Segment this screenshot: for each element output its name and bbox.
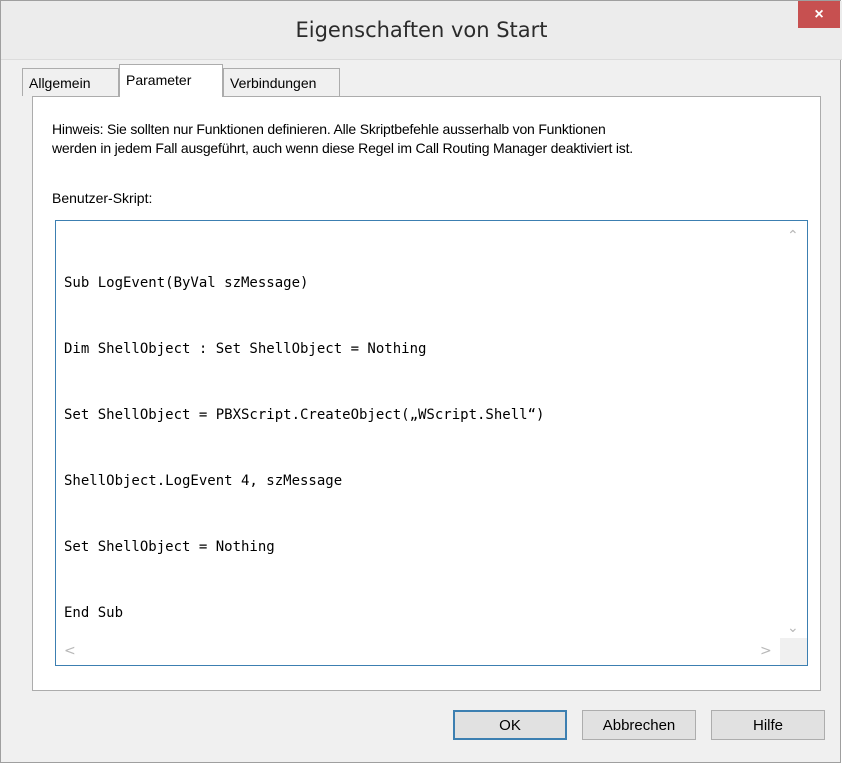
chevron-left-icon[interactable]: < (64, 644, 76, 658)
hint-line: werden in jedem Fall ausgeführt, auch we… (52, 140, 633, 156)
help-button[interactable]: Hilfe (711, 710, 825, 740)
script-editor[interactable]: Sub LogEvent(ByVal szMessage) Dim ShellO… (55, 220, 808, 666)
script-code[interactable]: Sub LogEvent(ByVal szMessage) Dim ShellO… (64, 228, 545, 665)
tab-allgemein[interactable]: Allgemein (22, 68, 119, 96)
title-bar[interactable]: Eigenschaften von Start × (1, 1, 842, 60)
chevron-down-icon[interactable]: ⌄ (787, 621, 799, 635)
code-line: Set ShellObject = Nothing (64, 539, 275, 555)
tab-parameter[interactable]: Parameter (119, 64, 223, 97)
tab-label: Verbindungen (230, 75, 317, 91)
tab-label: Parameter (126, 72, 192, 88)
code-line: End Sub (64, 605, 124, 621)
tab-label: Allgemein (29, 75, 91, 91)
hint-line: Hinweis: Sie sollten nur Funktionen defi… (52, 121, 606, 137)
scrollbar-corner (780, 638, 807, 665)
vertical-scrollbar[interactable]: ⌃ ⌄ (780, 221, 807, 639)
ok-button[interactable]: OK (453, 710, 567, 740)
window-title: Eigenschaften von Start (295, 18, 548, 42)
script-label: Benutzer-Skript: (52, 190, 153, 206)
code-line: Sub LogEvent(ByVal szMessage) (64, 275, 309, 291)
code-line: ShellObject.LogEvent 4, szMessage (64, 473, 343, 489)
horizontal-scrollbar[interactable]: < > (56, 638, 781, 665)
hint-text: Hinweis: Sie sollten nur Funktionen defi… (52, 120, 802, 158)
close-icon: × (814, 5, 824, 23)
code-line: Set ShellObject = PBXScript.CreateObject… (64, 407, 545, 423)
code-line: Dim ShellObject : Set ShellObject = Noth… (64, 341, 427, 357)
chevron-right-icon[interactable]: > (760, 644, 772, 658)
cancel-button[interactable]: Abbrechen (582, 710, 696, 740)
close-button[interactable]: × (798, 1, 840, 28)
chevron-up-icon[interactable]: ⌃ (787, 229, 799, 243)
tab-verbindungen[interactable]: Verbindungen (223, 68, 340, 96)
